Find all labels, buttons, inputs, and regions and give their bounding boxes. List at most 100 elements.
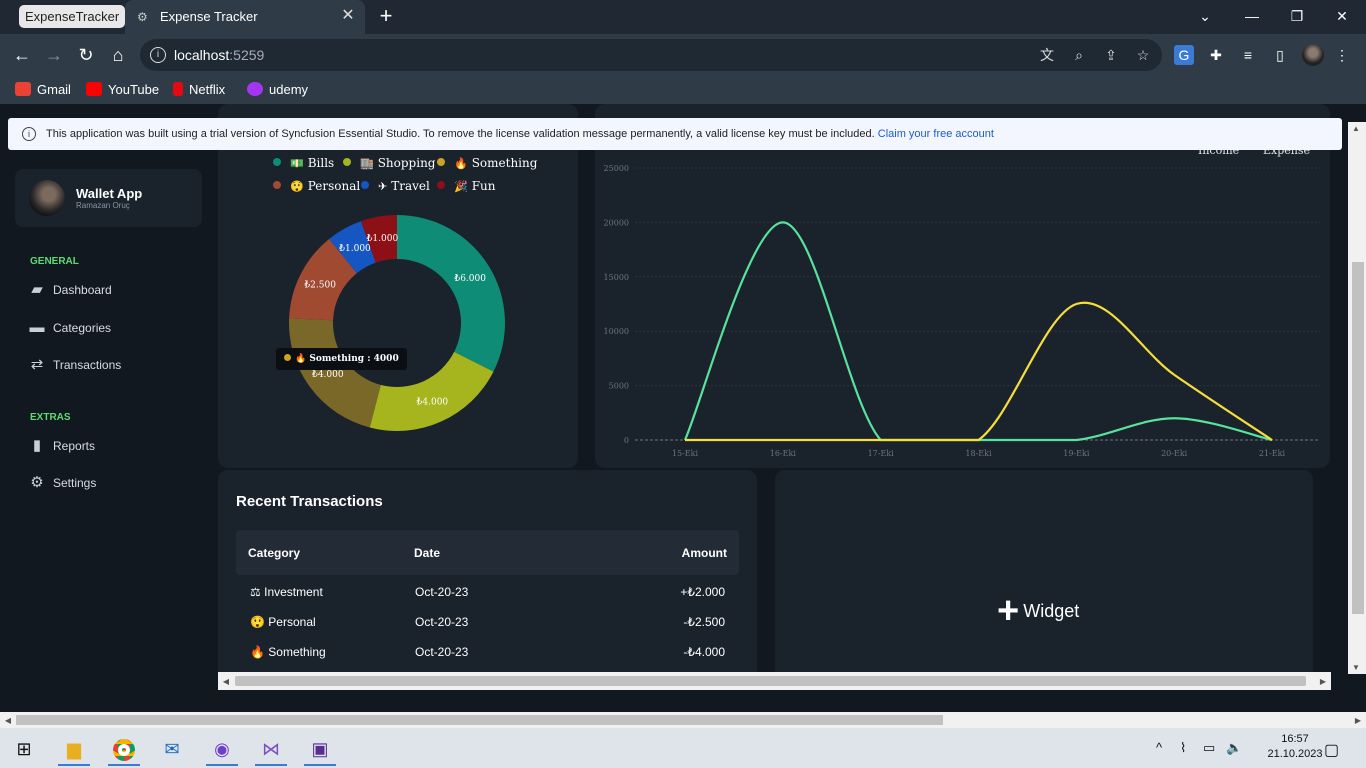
- sidebar-item-transactions[interactable]: ⇄ Transactions: [28, 355, 122, 375]
- bookmark-gmail[interactable]: Gmail: [15, 81, 71, 99]
- sidebar-item-dashboard[interactable]: ▰ Dashboard: [28, 280, 112, 300]
- app-name: Wallet App: [76, 186, 143, 201]
- scroll-thumb[interactable]: [1352, 262, 1364, 614]
- clock[interactable]: 16:57 21.10.2023: [1265, 732, 1325, 762]
- donut-slice-label: ₺4.000: [311, 370, 344, 380]
- youtube-icon: [86, 82, 102, 96]
- page-viewport: Wallet App Ramazan Oruç GENERAL ▰ Dashboa…: [0, 104, 1366, 712]
- profile-chip[interactable]: ExpenseTracker: [19, 5, 126, 28]
- bookmark-youtube[interactable]: YouTube: [86, 81, 159, 99]
- zoom-icon[interactable]: ⌕: [1070, 46, 1088, 64]
- profile-avatar[interactable]: [1302, 44, 1324, 66]
- scroll-thumb[interactable]: [235, 676, 1306, 686]
- minimize-button[interactable]: —: [1240, 5, 1264, 27]
- url-text: localhost:5259: [174, 47, 265, 63]
- reload-button[interactable]: ↻: [75, 44, 97, 66]
- table-row[interactable]: 🔥 Something Oct-20-23 -₺4.000: [236, 637, 739, 667]
- general-section-label: GENERAL: [30, 256, 79, 267]
- x-tick-label: 21-Eki: [1259, 449, 1286, 458]
- donut-slice-label: ₺6.000: [453, 274, 486, 284]
- bookmark-star-icon[interactable]: ☆: [1134, 46, 1152, 64]
- share-icon[interactable]: ⇪: [1102, 46, 1120, 64]
- folder-icon: ▬: [29, 319, 45, 336]
- info-icon: i: [22, 127, 36, 141]
- start-icon[interactable]: ⊞: [4, 732, 44, 766]
- mail-icon[interactable]: ✉: [152, 732, 192, 766]
- row-date: Oct-20-23: [415, 615, 469, 629]
- bar-chart-icon: ▮: [32, 437, 42, 454]
- bookmark-udemy[interactable]: udemy: [247, 81, 308, 99]
- netflix-icon: [173, 82, 183, 96]
- scroll-down-icon[interactable]: ▼: [1348, 663, 1364, 672]
- x-tick-label: 15-Eki: [672, 449, 699, 458]
- row-amount: +₺2.000: [680, 585, 725, 599]
- tray-overflow-icon[interactable]: ^: [1156, 740, 1162, 755]
- content-vertical-scrollbar[interactable]: ▲ ▼: [1348, 122, 1366, 674]
- sidebar-item-reports[interactable]: ▮ Reports: [28, 436, 95, 456]
- close-window-button[interactable]: ✕: [1330, 5, 1354, 27]
- page-horizontal-scrollbar[interactable]: ◀ ▶: [0, 712, 1366, 728]
- tab-search-icon[interactable]: ⌄: [1193, 5, 1217, 27]
- wallet-icon: ▰: [31, 281, 43, 298]
- category-donut-card: 💵 Bills 🏬 Shopping 🔥 Something 😲 Personal ✈ T…: [218, 104, 578, 468]
- side-panel-icon[interactable]: ▯: [1270, 45, 1290, 65]
- tab-close-icon[interactable]: ✕: [339, 7, 357, 25]
- back-button[interactable]: ←: [11, 44, 33, 66]
- translate-icon[interactable]: 文: [1038, 46, 1056, 64]
- tab-title: Expense Tracker: [160, 9, 258, 24]
- claim-account-link[interactable]: Claim your free account: [878, 128, 994, 140]
- extensions-icon[interactable]: ✚: [1206, 45, 1226, 65]
- site-info-icon[interactable]: i: [150, 47, 166, 63]
- recent-transactions-card: Recent Transactions Category Date Amount…: [218, 470, 757, 686]
- scroll-thumb[interactable]: [16, 715, 943, 725]
- volume-icon[interactable]: 🔈: [1226, 740, 1242, 756]
- notifications-icon[interactable]: ▢: [1324, 740, 1339, 760]
- extras-section-label: EXTRAS: [30, 412, 71, 423]
- donut-slice-label: ₺2.500: [303, 280, 336, 290]
- sidebar-item-categories[interactable]: ▬ Categories: [28, 318, 112, 338]
- line-chart[interactable]: 0 5000 10000 15000 20000 25000 15-Eki 16-Eki 17-…: [595, 104, 1330, 468]
- battery-icon[interactable]: ▭: [1203, 740, 1215, 756]
- media-icon[interactable]: ≡: [1238, 45, 1258, 65]
- add-widget-button[interactable]: + Widget: [997, 590, 1079, 633]
- bookmark-netflix[interactable]: Netflix: [173, 81, 225, 99]
- sidebar-item-settings[interactable]: ⚙ Settings: [28, 473, 96, 493]
- scroll-up-icon[interactable]: ▲: [1348, 124, 1364, 133]
- row-category: ⚖ Investment: [250, 585, 323, 599]
- header-amount[interactable]: Amount: [682, 546, 727, 560]
- scroll-left-icon[interactable]: ◀: [0, 716, 16, 725]
- y-tick-label: 0: [624, 436, 629, 445]
- translate-extension-icon[interactable]: G: [1174, 45, 1194, 65]
- active-tab[interactable]: ⚙ Expense Tracker ✕: [125, 0, 365, 34]
- content-horizontal-scrollbar[interactable]: ◀ ▶: [218, 672, 1331, 690]
- address-bar[interactable]: i localhost:5259 文 ⌕ ⇪ ☆: [140, 39, 1162, 71]
- transactions-title: Recent Transactions: [236, 493, 383, 510]
- table-row[interactable]: ⚖ Investment Oct-20-23 +₺2.000: [236, 577, 739, 607]
- network-icon[interactable]: ⌇: [1180, 740, 1186, 756]
- profile-card[interactable]: Wallet App Ramazan Oruç: [15, 169, 202, 227]
- row-amount: -₺2.500: [683, 615, 725, 629]
- donut-slice-bills[interactable]: [397, 215, 505, 372]
- scroll-right-icon[interactable]: ▶: [1350, 716, 1366, 725]
- home-button[interactable]: ⌂: [107, 44, 129, 66]
- scroll-left-icon[interactable]: ◀: [218, 677, 234, 686]
- restore-button[interactable]: ❐: [1285, 5, 1309, 27]
- github-desktop-icon[interactable]: ◉: [202, 732, 242, 766]
- row-category: 🔥 Something: [250, 645, 326, 659]
- terminal-icon[interactable]: ▣: [300, 732, 340, 766]
- chrome-icon[interactable]: [104, 732, 144, 766]
- y-tick-label: 10000: [604, 327, 629, 336]
- new-tab-button[interactable]: +: [374, 4, 398, 28]
- x-tick-label: 18-Eki: [965, 449, 992, 458]
- row-date: Oct-20-23: [415, 585, 469, 599]
- header-date[interactable]: Date: [414, 546, 440, 560]
- forward-button[interactable]: →: [43, 44, 65, 66]
- x-tick-label: 17-Eki: [868, 449, 895, 458]
- visual-studio-icon[interactable]: ⋈: [251, 732, 291, 766]
- scroll-right-icon[interactable]: ▶: [1315, 677, 1331, 686]
- file-explorer-icon[interactable]: ▆: [54, 732, 94, 766]
- table-row[interactable]: 😲 Personal Oct-20-23 -₺2.500: [236, 607, 739, 637]
- menu-icon[interactable]: ⋮: [1332, 45, 1352, 65]
- donut-chart[interactable]: ₺6.000 ₺4.000 ₺4.000 ₺2.500 ₺1.000₺1.000: [218, 104, 578, 468]
- header-category[interactable]: Category: [248, 546, 300, 560]
